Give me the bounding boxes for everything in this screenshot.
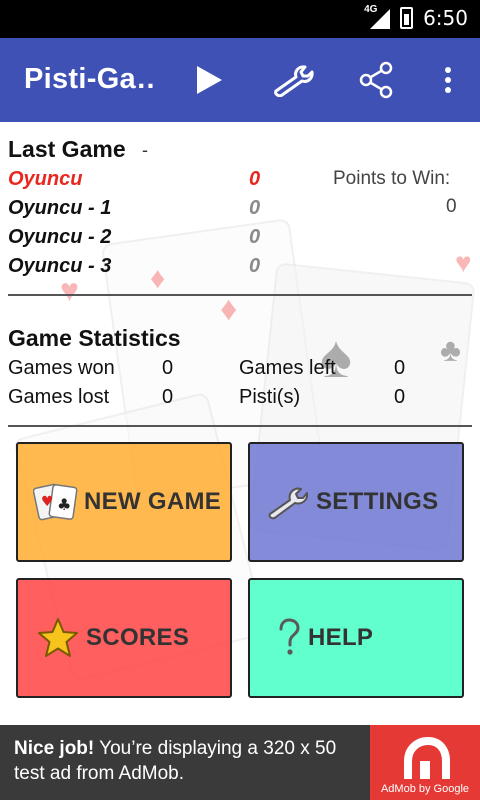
last-game-heading: Last Game: [8, 136, 126, 162]
clock: 6:50: [423, 6, 468, 30]
points-to-win-value: 0: [446, 196, 457, 217]
player-name: Oyuncu - 1: [8, 197, 112, 219]
cell-signal-icon: 4G: [364, 4, 391, 29]
player-name: Oyuncu - 2: [8, 226, 112, 248]
games-lost-value: 0: [162, 386, 174, 408]
pistis-label: Pisti(s): [239, 386, 301, 408]
settings-action-button[interactable]: [266, 52, 322, 108]
player-score: 0: [249, 226, 261, 248]
games-left-value: 0: [394, 357, 406, 379]
settings-label: SETTINGS: [316, 488, 439, 515]
new-game-label: NEW GAME: [84, 488, 222, 515]
admob-caption: AdMob by Google: [380, 783, 470, 795]
games-lost-label: Games lost: [8, 386, 110, 408]
games-left-label: Games left: [239, 357, 336, 379]
svg-text:♥: ♥: [41, 494, 54, 510]
share-icon: [359, 61, 393, 99]
overflow-menu-button[interactable]: [420, 52, 476, 108]
help-label: HELP: [308, 624, 374, 651]
ad-banner[interactable]: Nice job! You’re displaying a 320 x 50 t…: [0, 725, 480, 800]
ad-headline: Nice job!: [14, 738, 95, 759]
ad-text: Nice job! You’re displaying a 320 x 50 t…: [14, 736, 366, 786]
question-mark-icon: [274, 614, 304, 662]
svg-text:♣: ♣: [57, 495, 71, 514]
play-button[interactable]: [181, 52, 237, 108]
divider: [8, 294, 472, 296]
player-name: Oyuncu - 3: [8, 255, 112, 277]
more-vert-icon: [445, 67, 451, 93]
player-score: 0: [249, 168, 261, 190]
status-bar: 4G 6:50: [0, 0, 480, 38]
points-to-win-label: Points to Win:: [333, 168, 451, 189]
games-won-value: 0: [162, 357, 174, 379]
play-icon: [197, 66, 222, 94]
player-name: Oyuncu: [8, 168, 83, 190]
app-title: Pisti-Ga…: [24, 63, 156, 95]
settings-button[interactable]: SETTINGS: [248, 442, 464, 562]
games-won-label: Games won: [8, 357, 115, 379]
last-game-separator: -: [142, 140, 148, 160]
wrench-icon: [264, 478, 312, 526]
pistis-value: 0: [394, 386, 406, 408]
action-bar: Pisti-Ga…: [0, 38, 480, 122]
scores-label: SCORES: [86, 624, 190, 651]
wrench-icon: [274, 65, 314, 97]
playing-cards-icon: ♥ ♣: [32, 478, 80, 526]
share-button[interactable]: [348, 52, 404, 108]
help-button[interactable]: HELP: [248, 578, 464, 698]
game-statistics-heading: Game Statistics: [8, 325, 181, 351]
admob-logo-icon: [404, 736, 450, 779]
scores-button[interactable]: SCORES: [16, 578, 232, 698]
battery-icon: [400, 7, 414, 29]
player-score: 0: [249, 255, 261, 277]
divider: [8, 425, 472, 427]
star-icon: [34, 614, 82, 662]
player-score: 0: [249, 197, 261, 219]
admob-logo[interactable]: AdMob by Google: [370, 725, 480, 800]
new-game-button[interactable]: ♥ ♣ NEW GAME: [16, 442, 232, 562]
